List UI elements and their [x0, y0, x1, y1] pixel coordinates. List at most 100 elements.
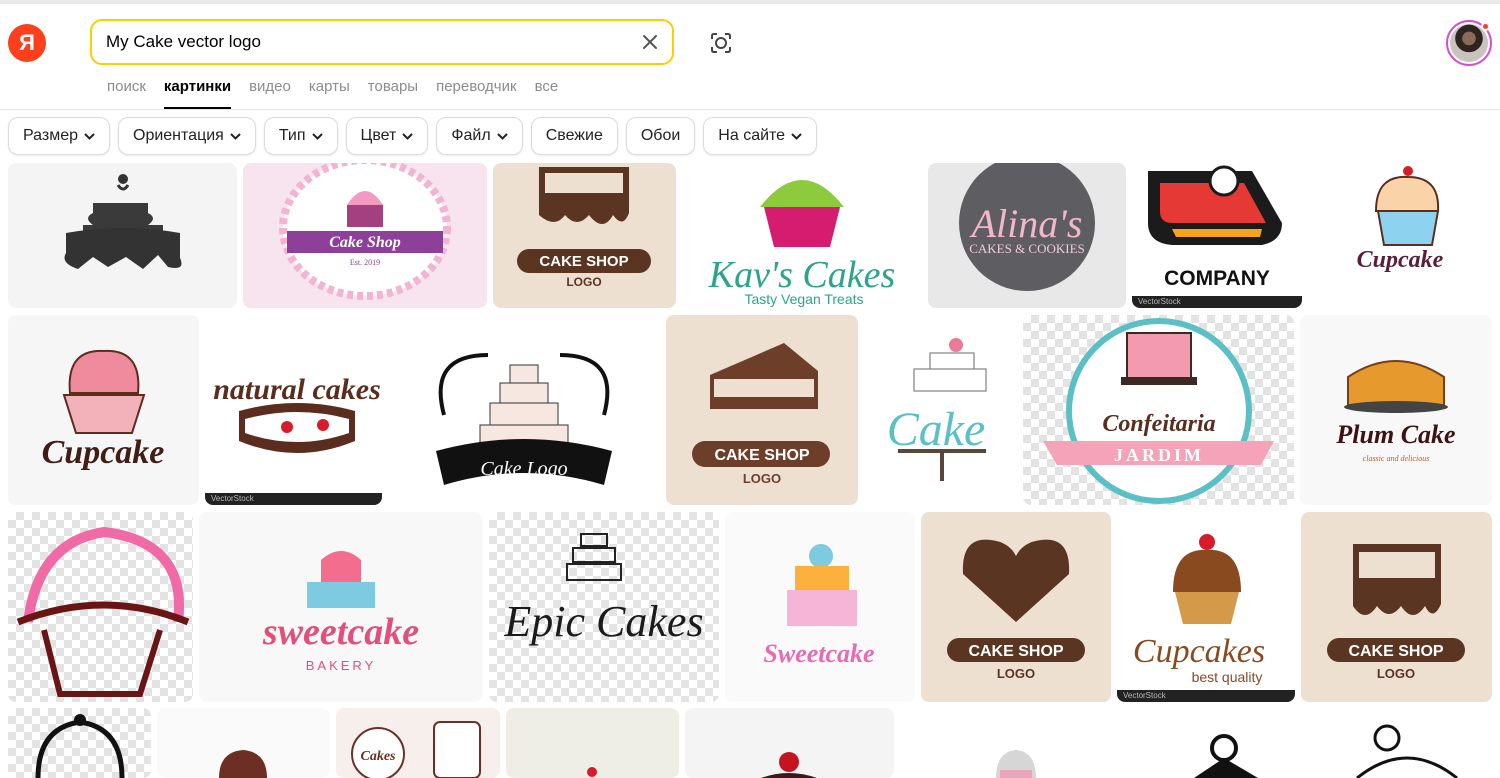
cake-shop-logo-image: CAKE SHOP LOGO	[517, 167, 651, 289]
image-result[interactable]	[685, 708, 894, 778]
filter-file[interactable]: Файл	[436, 117, 523, 155]
sweetcake-bakery-image: sweetcake BAKERY	[262, 551, 419, 673]
camera-search-icon[interactable]	[708, 30, 734, 56]
caption-2: best quality	[1192, 669, 1263, 685]
image-result[interactable]: CAKE SHOP LOGO	[666, 315, 858, 505]
plum-cake-image: Plum Cake classic and delicious	[1335, 360, 1456, 463]
caption: Cupcake	[42, 434, 165, 471]
caption: CAKE SHOP	[968, 643, 1063, 660]
image-result[interactable]	[8, 163, 237, 308]
caption-2: Est. 2019	[350, 258, 380, 267]
cake-shop-slice-image: CAKE SHOP LOGO	[692, 343, 830, 486]
filter-label: На сайте	[718, 127, 786, 144]
watermark: VectorStock	[205, 493, 382, 505]
caption-2: CAKES & COOKIES	[969, 241, 1085, 256]
filter-label: Файл	[451, 127, 491, 144]
caption-2: BAKERY	[306, 658, 377, 673]
image-result[interactable]: Cupcakes best quality VectorStock	[1117, 512, 1295, 702]
alinas-image: Alina's CAKES & COOKIES	[959, 163, 1095, 291]
tab-translator[interactable]: переводчик	[436, 78, 516, 109]
epic-cakes-image: Epic Cakes	[503, 533, 704, 646]
search-input[interactable]	[106, 21, 626, 63]
caption: sweetcake	[262, 611, 419, 653]
cake-cherry-dark-image	[761, 752, 817, 778]
image-result[interactable]	[900, 708, 1132, 778]
caption: Alina's	[969, 201, 1083, 246]
image-result[interactable]	[1138, 708, 1311, 778]
tab-products[interactable]: товары	[368, 78, 418, 109]
caption: natural cakes	[213, 373, 381, 406]
image-result[interactable]: Cupcake	[8, 315, 199, 505]
clear-icon[interactable]	[640, 32, 660, 52]
image-result[interactable]: Cake Logo	[388, 315, 660, 505]
caption: Cupcakes	[1133, 633, 1265, 670]
sweetcake-colorful-image: Sweetcake	[763, 544, 875, 668]
filter-type[interactable]: Тип	[263, 117, 338, 155]
tab-video[interactable]: видео	[249, 78, 291, 109]
image-result[interactable]: Plum Cake classic and delicious	[1300, 315, 1492, 505]
cupcake-pink-image: Cupcake	[42, 349, 165, 471]
image-result[interactable]: Cakes	[336, 708, 500, 778]
cupcake-blue-image: Cupcake	[1357, 166, 1444, 273]
tab-maps[interactable]: карты	[309, 78, 350, 109]
filter-on-site[interactable]: На сайте	[703, 117, 818, 155]
image-result[interactable]: Cake Shop Est. 2019	[243, 163, 487, 308]
filter-color[interactable]: Цвет	[345, 117, 429, 155]
chevron-down-icon	[791, 132, 802, 140]
caption-2: JARDIM	[1114, 445, 1204, 465]
image-result[interactable]: Alina's CAKES & COOKIES	[928, 163, 1126, 308]
tab-all[interactable]: все	[535, 78, 559, 109]
image-result[interactable]: sweetcake BAKERY	[199, 512, 483, 702]
yandex-logo[interactable]: Я	[8, 24, 46, 62]
filter-wallpapers[interactable]: Обои	[625, 117, 696, 155]
filter-fresh[interactable]: Свежие	[530, 117, 618, 155]
cupcake-line-image	[1356, 724, 1458, 778]
pie-company-image: COMPANY	[1148, 165, 1282, 290]
filter-label: Свежие	[545, 127, 603, 144]
filter-label: Размер	[23, 127, 78, 144]
confeitaria-image: Confeitaria JARDIM	[1043, 318, 1274, 504]
filter-size[interactable]: Размер	[8, 117, 110, 155]
bakery-ornate-image	[35, 714, 125, 778]
chevron-down-icon	[230, 132, 241, 140]
image-result[interactable]: Cupcake	[1308, 163, 1492, 308]
caption-2: classic and delicious	[1363, 454, 1430, 463]
cupcake-outline-image	[16, 526, 190, 697]
image-result[interactable]: Sweetcake	[725, 512, 915, 702]
caption: Cupcake	[1357, 247, 1444, 273]
image-result[interactable]	[1317, 708, 1492, 778]
image-result[interactable]: CAKE SHOP LOGO	[493, 163, 676, 308]
cake-cherry-beige-image	[587, 767, 597, 777]
image-result[interactable]: CAKE SHOP LOGO	[921, 512, 1111, 702]
image-result[interactable]: Epic Cakes	[489, 512, 719, 702]
filter-label: Цвет	[360, 127, 397, 144]
image-result[interactable]: natural cakes VectorStock	[205, 315, 382, 505]
filter-bar: Размер Ориентация Тип Цвет Файл Свежие О…	[8, 117, 818, 155]
caption: Cake Shop	[329, 234, 401, 251]
filter-label: Тип	[278, 127, 306, 144]
caption-2: Tasty Vegan Treats	[744, 291, 863, 307]
tab-images[interactable]: картинки	[163, 78, 232, 109]
cake-shop-heart-image: CAKE SHOP LOGO	[947, 539, 1085, 681]
caption: CAKE SHOP	[539, 253, 628, 270]
image-result[interactable]	[8, 708, 151, 778]
image-result[interactable]: Kav's Cakes Tasty Vegan Treats	[682, 163, 922, 308]
caption-2: LOGO	[743, 471, 781, 486]
image-result[interactable]: COMPANY VectorStock	[1132, 163, 1302, 308]
filter-orientation[interactable]: Ориентация	[118, 117, 256, 155]
cupcake-gray-image	[996, 750, 1036, 778]
user-avatar[interactable]	[1446, 20, 1492, 66]
image-result[interactable]: Confeitaria JARDIM	[1023, 315, 1294, 505]
natural-cakes-image: natural cakes	[213, 373, 381, 453]
chevron-down-icon	[84, 132, 95, 140]
cake-shop-drip-image: CAKE SHOP LOGO	[1327, 544, 1465, 681]
image-result[interactable]	[506, 708, 679, 778]
tab-search[interactable]: поиск	[107, 78, 146, 109]
image-result[interactable]: CAKE SHOP LOGO	[1301, 512, 1492, 702]
image-result[interactable]	[157, 708, 330, 778]
image-result[interactable]	[8, 512, 193, 702]
cake-small-image	[219, 750, 267, 778]
cake-teal-image: Cake	[887, 338, 987, 481]
image-result[interactable]: Cake	[864, 315, 1017, 505]
chevron-down-icon	[402, 132, 414, 140]
